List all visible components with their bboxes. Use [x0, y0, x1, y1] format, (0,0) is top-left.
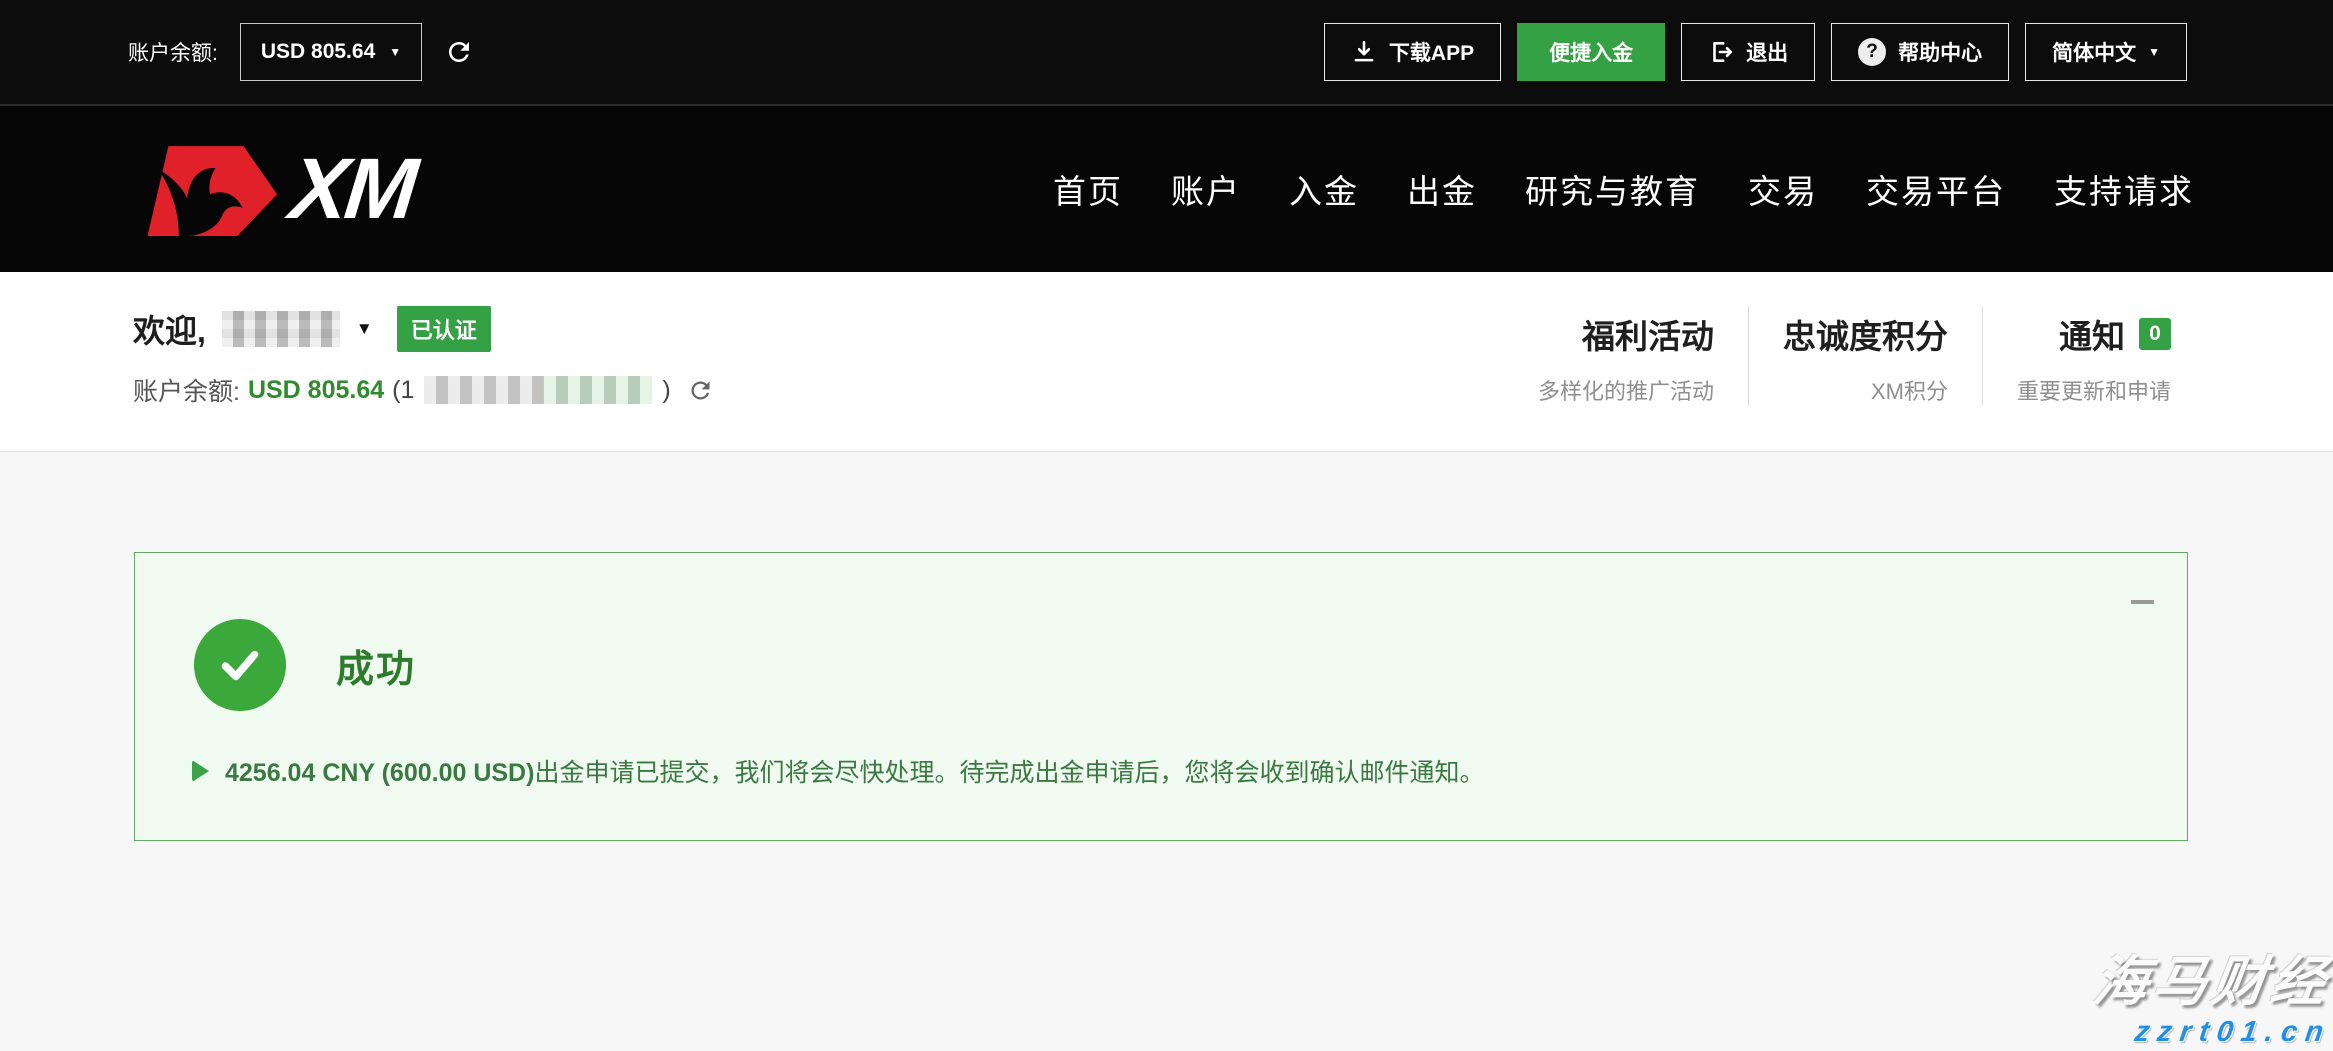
- balance-label: 账户余额:: [133, 372, 240, 408]
- promotions-title: 福利活动: [1582, 310, 1714, 358]
- blurred-account-number: [424, 376, 652, 404]
- welcome-quick-links: 福利活动 多样化的推广活动 忠诚度积分 XM积分 通知 0 重要更新和申请: [1504, 306, 2187, 451]
- top-utility-bar: 账户余额: USD 805.64 ▼ 下载APP 便捷入金 退出 ? 帮助中心: [0, 0, 2333, 104]
- nav-item-account[interactable]: 账户: [1171, 165, 1241, 213]
- success-title: 成功: [336, 638, 416, 693]
- nav-item-support[interactable]: 支持请求: [2054, 165, 2194, 213]
- chevron-down-icon: ▼: [389, 46, 401, 58]
- blurred-username: [222, 311, 340, 347]
- nav-item-platforms[interactable]: 交易平台: [1866, 165, 2006, 213]
- notifications-title: 通知: [2059, 310, 2125, 358]
- xm-bull-icon: [131, 142, 281, 236]
- nav-item-research-education[interactable]: 研究与教育: [1525, 165, 1700, 213]
- success-check-icon: [194, 619, 286, 711]
- nav-item-deposit[interactable]: 入金: [1289, 165, 1359, 213]
- notifications-link[interactable]: 通知 0 重要更新和申请: [1982, 306, 2187, 406]
- watermark-brand: 海马财经: [2089, 937, 2333, 1016]
- topbar-balance-group: 账户余额: USD 805.64 ▼: [128, 23, 474, 81]
- main-navbar: XM 首页 账户 入金 出金 研究与教育 交易 交易平台 支持请求: [0, 104, 2333, 272]
- bullet-triangle-icon: [192, 760, 209, 782]
- success-alert-panel: 成功 4256.04 CNY (600.00 USD)出金申请已提交，我们将会尽…: [134, 552, 2188, 841]
- help-center-label: 帮助中心: [1898, 37, 1982, 67]
- account-balance-dropdown[interactable]: USD 805.64 ▼: [240, 23, 422, 81]
- watermark: 海马财经 zzrt01.cn: [2095, 937, 2331, 1049]
- logout-icon: [1708, 39, 1734, 65]
- xm-logo[interactable]: XM: [131, 142, 414, 236]
- quick-deposit-button[interactable]: 便捷入金: [1517, 23, 1665, 81]
- success-message-row: 4256.04 CNY (600.00 USD)出金申请已提交，我们将会尽快处理…: [192, 753, 1484, 789]
- account-number-prefix: (1: [392, 376, 414, 405]
- loyalty-points-link[interactable]: 忠诚度积分 XM积分: [1748, 306, 1982, 406]
- logout-button[interactable]: 退出: [1681, 23, 1815, 81]
- refresh-balance-icon[interactable]: [444, 37, 474, 67]
- nav-item-home[interactable]: 首页: [1053, 165, 1123, 213]
- success-message-body: 出金申请已提交，我们将会尽快处理。待完成出金申请后，您将会收到确认邮件通知。: [534, 759, 1484, 787]
- notifications-subtitle: 重要更新和申请: [2017, 374, 2171, 406]
- language-selector[interactable]: 简体中文 ▼: [2025, 23, 2187, 81]
- balance-value: USD 805.64: [261, 40, 375, 64]
- language-label: 简体中文: [2052, 37, 2136, 67]
- logout-label: 退出: [1746, 37, 1788, 67]
- balance-label: 账户余额:: [128, 37, 218, 67]
- topbar-actions: 下载APP 便捷入金 退出 ? 帮助中心 简体中文 ▼: [1324, 23, 2187, 81]
- quick-deposit-label: 便捷入金: [1549, 37, 1633, 67]
- main-content: 成功 4256.04 CNY (600.00 USD)出金申请已提交，我们将会尽…: [0, 452, 2333, 1051]
- promotions-subtitle: 多样化的推广活动: [1538, 374, 1714, 406]
- refresh-balance-icon[interactable]: [687, 377, 714, 404]
- nav-item-trading[interactable]: 交易: [1748, 165, 1818, 213]
- account-number-suffix: ): [662, 376, 670, 405]
- loyalty-subtitle: XM积分: [1783, 374, 1948, 406]
- welcome-user-info: 欢迎, ▼ 已认证 账户余额: USD 805.64 (1 ): [133, 306, 714, 451]
- collapse-panel-button[interactable]: [2131, 600, 2154, 604]
- balance-value: USD 805.64: [248, 376, 384, 405]
- chevron-down-icon: ▼: [2148, 46, 2160, 58]
- nav-item-withdraw[interactable]: 出金: [1407, 165, 1477, 213]
- verified-badge: 已认证: [397, 306, 491, 352]
- success-message: 4256.04 CNY (600.00 USD)出金申请已提交，我们将会尽快处理…: [225, 753, 1484, 789]
- withdrawal-amount: 4256.04 CNY (600.00 USD): [225, 759, 534, 787]
- xm-logo-text: XM: [286, 146, 418, 232]
- download-icon: [1351, 39, 1377, 65]
- nav-menu: 首页 账户 入金 出金 研究与教育 交易 交易平台 支持请求: [1053, 165, 2194, 213]
- promotions-link[interactable]: 福利活动 多样化的推广活动: [1504, 306, 1748, 406]
- welcome-strip: 欢迎, ▼ 已认证 账户余额: USD 805.64 (1 ) 福利活动 多样化…: [0, 272, 2333, 452]
- loyalty-title: 忠诚度积分: [1783, 310, 1948, 358]
- question-mark-icon: ?: [1858, 38, 1886, 66]
- download-app-label: 下载APP: [1389, 37, 1474, 67]
- welcome-greeting: 欢迎,: [133, 306, 206, 352]
- help-center-button[interactable]: ? 帮助中心: [1831, 23, 2009, 81]
- download-app-button[interactable]: 下载APP: [1324, 23, 1501, 81]
- chevron-down-icon[interactable]: ▼: [356, 319, 373, 339]
- watermark-url: zzrt01.cn: [2093, 1016, 2333, 1049]
- notification-count-badge: 0: [2139, 318, 2171, 350]
